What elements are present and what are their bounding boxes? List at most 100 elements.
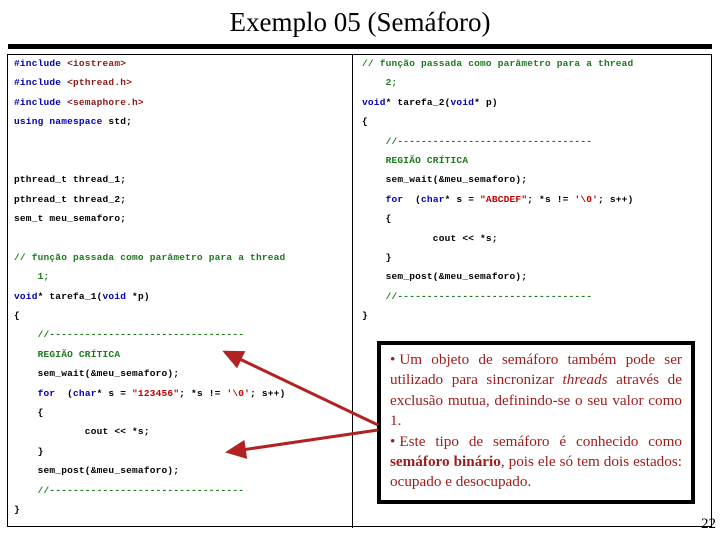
code-token: (	[403, 193, 422, 205]
callout-bullet-2-text-a: Este tipo de semáforo é conhecido como	[399, 432, 682, 450]
code-token: sem_post(&meu_semaforo);	[362, 271, 528, 283]
callout-bullet-1-italic: threads	[562, 371, 608, 389]
code-line: sem_post(&meu_semaforo);	[14, 461, 350, 480]
code-token: "ABCDEF"	[480, 193, 528, 205]
code-token: char	[421, 193, 445, 205]
code-line: 2;	[362, 73, 710, 92]
code-token: *p)	[126, 290, 150, 302]
code-token: pthread_t thread_2;	[14, 193, 127, 205]
code-token: <iostream>	[67, 58, 127, 69]
code-token: {	[362, 116, 368, 128]
code-line: cout << *s;	[362, 229, 710, 248]
code-token: sem_t meu_semaforo;	[14, 213, 127, 225]
code-line: #include <iostream>	[14, 54, 350, 73]
code-token: //---------------------------------	[14, 329, 245, 341]
code-token: #include	[14, 58, 68, 69]
code-token: 2;	[362, 77, 398, 89]
code-token: cout << *s;	[362, 232, 498, 244]
code-token: <pthread.h>	[67, 77, 133, 89]
code-token: #include	[14, 96, 68, 108]
code-line: //---------------------------------	[14, 325, 350, 344]
code-token: pthread_t thread_1;	[14, 174, 127, 186]
code-line: }	[14, 500, 350, 519]
code-block-tarefa-1: #include <iostream> #include <pthread.h> #…	[14, 54, 350, 519]
code-line: pthread_t thread_1;	[14, 170, 350, 189]
code-line: REGIÃO CRÍTICA	[14, 345, 350, 364]
code-token: * tarefa_2(	[385, 96, 451, 108]
code-token: {	[14, 407, 44, 419]
code-token: 1;	[14, 271, 50, 283]
code-line: {	[14, 403, 350, 422]
code-line: }	[362, 248, 710, 267]
code-token: //---------------------------------	[14, 484, 245, 496]
code-line: for (char* s = "123456"; *s != '\0'; s++…	[14, 384, 350, 403]
code-line: REGIÃO CRÍTICA	[362, 151, 710, 170]
code-token: ; *s !=	[527, 193, 575, 205]
code-line: void* tarefa_2(void* p)	[362, 93, 710, 112]
code-line: //---------------------------------	[14, 481, 350, 500]
code-line: {	[362, 112, 710, 131]
code-token: sem_wait(&meu_semaforo);	[362, 174, 528, 186]
code-line: //---------------------------------	[362, 287, 710, 306]
code-token: void	[14, 290, 38, 302]
code-token: for	[37, 387, 56, 399]
code-line: using namespace std;	[14, 112, 350, 131]
code-line: }	[14, 442, 350, 461]
code-token: // função passada como parâmetro para a …	[14, 251, 286, 263]
code-token: void	[450, 96, 475, 108]
callout-bullet-1: • Um objeto de semáforo também pode ser u…	[390, 350, 682, 432]
code-token: //---------------------------------	[362, 290, 593, 302]
page-number: 22	[701, 516, 716, 532]
bullet-glyph-1: •	[390, 351, 396, 368]
code-line: //---------------------------------	[362, 132, 710, 151]
code-token: std;	[108, 116, 133, 128]
callout-textbox: • Um objeto de semáforo também pode ser u…	[377, 341, 695, 504]
code-token: char	[73, 387, 97, 399]
code-token: REGIÃO CRÍTICA	[362, 154, 469, 166]
code-line: sem_t meu_semaforo;	[14, 209, 350, 228]
code-token: (	[55, 387, 74, 399]
code-token: }	[14, 445, 44, 457]
code-line: }	[362, 306, 710, 325]
code-token: using namespace	[14, 116, 109, 128]
code-token: ; *s !=	[179, 387, 227, 399]
code-token: sem_wait(&meu_semaforo);	[14, 368, 180, 380]
title-underline-rule	[8, 44, 712, 49]
code-line: void* tarefa_1(void *p)	[14, 287, 350, 306]
code-token: for	[385, 193, 404, 205]
bullet-glyph-2: •	[390, 432, 396, 450]
column-divider	[352, 54, 353, 528]
page-title: Exemplo 05 (Semáforo)	[229, 7, 491, 37]
code-token: ; s++)	[598, 193, 634, 205]
code-line: {	[362, 209, 710, 228]
code-block-tarefa-2: // função passada como parâmetro para a …	[362, 54, 710, 325]
code-token: REGIÃO CRÍTICA	[14, 348, 121, 360]
code-token: //---------------------------------	[362, 135, 593, 147]
code-line: cout << *s;	[14, 422, 350, 441]
code-token: }	[14, 503, 20, 515]
code-line: // função passada como parâmetro para a …	[14, 248, 350, 267]
code-token: ; s++)	[250, 387, 286, 399]
code-token: cout << *s;	[14, 426, 150, 438]
code-token: void	[102, 290, 127, 302]
callout-bullet-2: • Este tipo de semáforo é conhecido como …	[390, 432, 682, 493]
code-token: {	[14, 310, 20, 322]
code-token: {	[362, 213, 392, 225]
code-token: * s =	[444, 193, 481, 205]
code-line: sem_wait(&meu_semaforo);	[14, 364, 350, 383]
code-token: '\0'	[226, 387, 251, 399]
code-line: sem_wait(&meu_semaforo);	[362, 170, 710, 189]
code-token: * s =	[96, 387, 133, 399]
code-line: {	[14, 306, 350, 325]
code-token: '\0'	[574, 193, 599, 205]
code-token: "123456"	[132, 387, 180, 399]
code-line: #include <pthread.h>	[14, 73, 350, 92]
code-line: #include <semaphore.h>	[14, 93, 350, 112]
code-token: * tarefa_1(	[37, 290, 103, 302]
code-token: sem_post(&meu_semaforo);	[14, 465, 180, 477]
code-token: void	[362, 96, 386, 108]
